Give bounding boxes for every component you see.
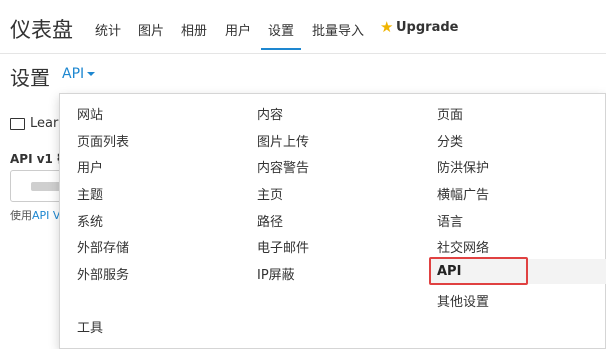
nav-albums[interactable]: 相册 bbox=[181, 20, 207, 39]
menu-item-social-networks[interactable]: 社交网络 bbox=[437, 237, 489, 256]
menu-item-categories[interactable]: 分类 bbox=[437, 131, 463, 150]
menu-item-external-storage[interactable]: 外部存储 bbox=[77, 237, 129, 256]
menu-item-other-settings[interactable]: 其他设置 bbox=[437, 291, 489, 310]
help-prefix: 使用 bbox=[10, 209, 32, 222]
menu-item-content-warning[interactable]: 内容警告 bbox=[257, 157, 309, 176]
nav-settings[interactable]: 设置 bbox=[268, 20, 294, 39]
caret-down-icon bbox=[87, 72, 96, 76]
menu-item-content[interactable]: 内容 bbox=[257, 104, 283, 123]
nav-images[interactable]: 图片 bbox=[138, 20, 164, 39]
settings-dropdown-menu: 网站 页面列表 用户 主题 系统 外部存储 外部服务 工具 内容 图片上传 内容… bbox=[59, 93, 606, 349]
menu-item-system[interactable]: 系统 bbox=[77, 211, 103, 230]
menu-item-page-list[interactable]: 页面列表 bbox=[77, 131, 129, 150]
menu-item-flood-protection[interactable]: 防洪保护 bbox=[437, 157, 489, 176]
menu-item-image-upload[interactable]: 图片上传 bbox=[257, 131, 309, 150]
menu-item-languages[interactable]: 语言 bbox=[437, 211, 463, 230]
menu-item-tools[interactable]: 工具 bbox=[77, 317, 103, 336]
nav-stats[interactable]: 统计 bbox=[95, 20, 121, 39]
nav-active-indicator bbox=[261, 48, 301, 50]
menu-item-ip-ban[interactable]: IP屏蔽 bbox=[257, 264, 295, 283]
settings-section-dropdown[interactable]: API bbox=[62, 66, 96, 82]
menu-item-homepage[interactable]: 主页 bbox=[257, 184, 283, 203]
dashboard-title[interactable]: 仪表盘 bbox=[10, 14, 73, 44]
api-docs-link[interactable]: API V bbox=[32, 209, 60, 222]
api-help-text: 使用API V bbox=[10, 207, 60, 223]
top-navbar: 仪表盘 统计 图片 相册 用户 设置 批量导入 ★ Upgrade bbox=[0, 0, 606, 54]
menu-item-banners[interactable]: 横幅广告 bbox=[437, 184, 489, 203]
page-title: 设置 bbox=[10, 66, 50, 90]
menu-item-website[interactable]: 网站 bbox=[77, 104, 103, 123]
menu-item-users[interactable]: 用户 bbox=[77, 157, 103, 176]
api-highlight-box bbox=[429, 257, 528, 285]
upgrade-link[interactable]: Upgrade bbox=[396, 20, 458, 35]
menu-item-pages[interactable]: 页面 bbox=[437, 104, 463, 123]
menu-item-routes[interactable]: 路径 bbox=[257, 211, 283, 230]
menu-item-email[interactable]: 电子邮件 bbox=[257, 237, 309, 256]
star-icon: ★ bbox=[380, 18, 394, 36]
settings-section-label: API bbox=[62, 66, 85, 82]
menu-item-themes[interactable]: 主题 bbox=[77, 184, 103, 203]
nav-users[interactable]: 用户 bbox=[225, 20, 251, 39]
menu-item-external-services[interactable]: 外部服务 bbox=[77, 264, 129, 283]
book-icon bbox=[10, 118, 25, 130]
nav-bulk-import[interactable]: 批量导入 bbox=[312, 20, 364, 39]
